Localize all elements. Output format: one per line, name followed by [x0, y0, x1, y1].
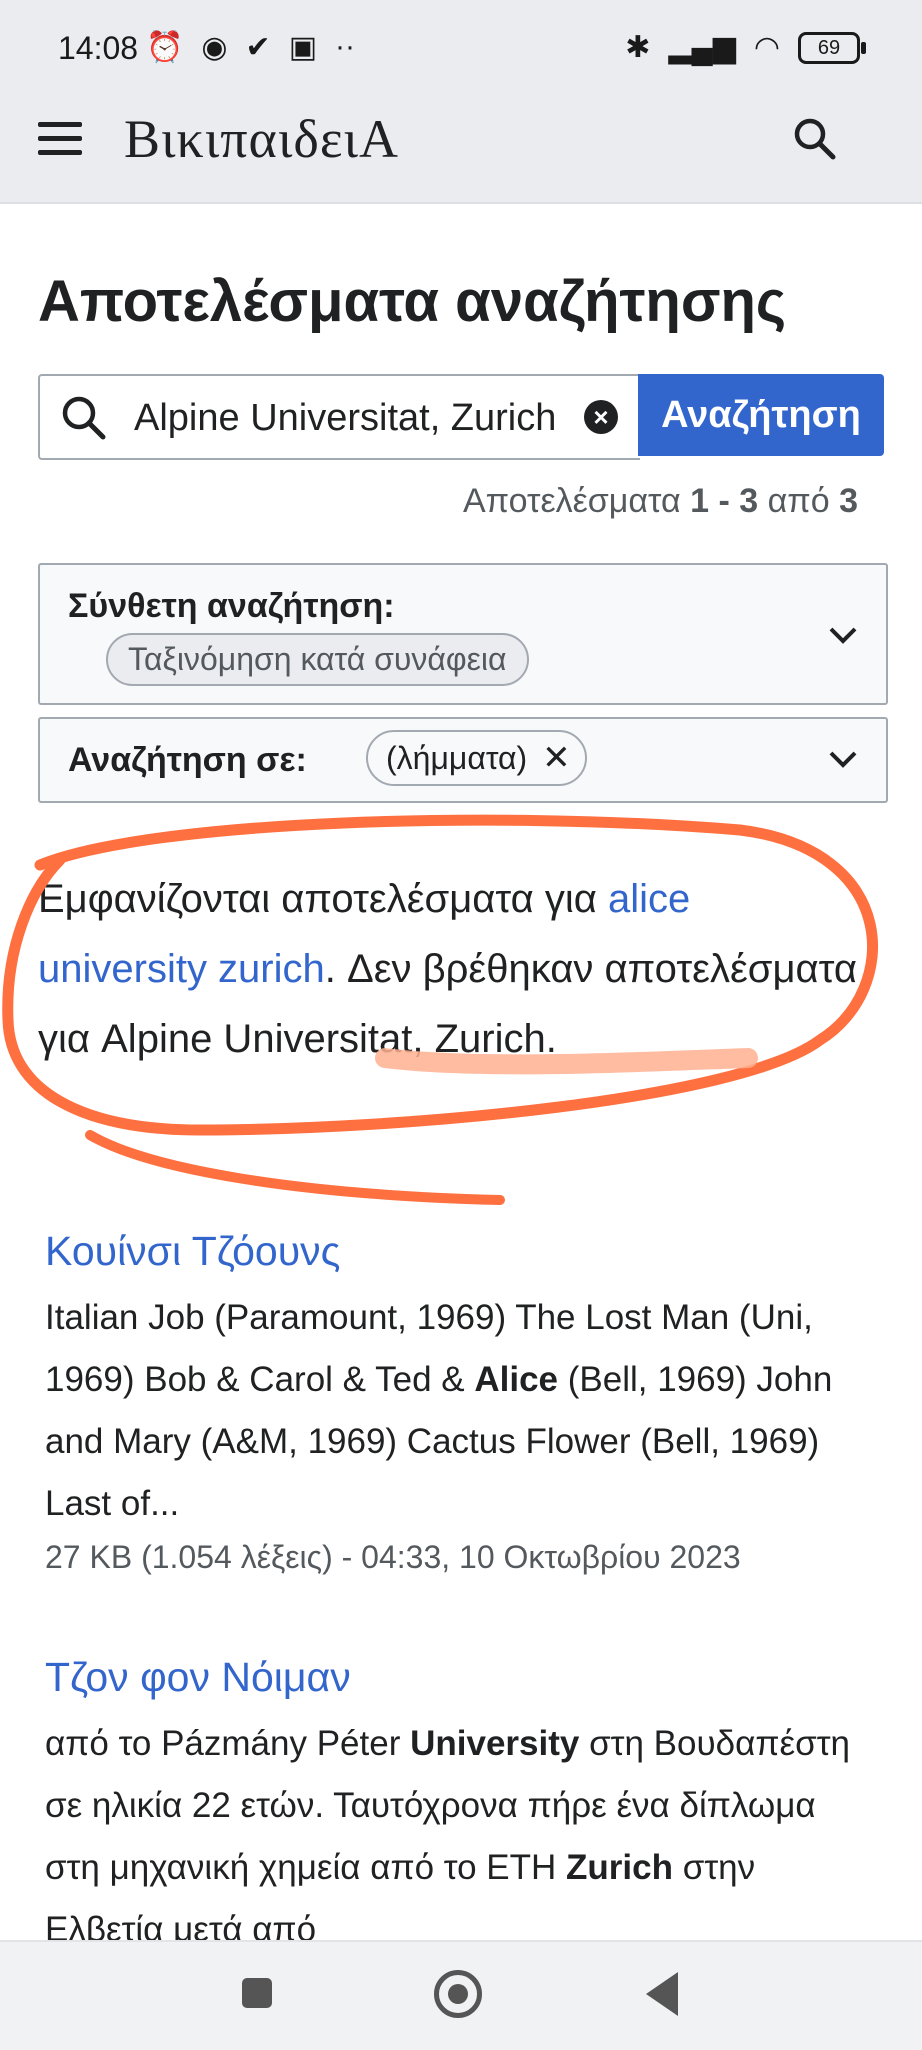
more-dots-icon: ··: [335, 30, 356, 63]
chevron-down-icon[interactable]: [828, 625, 858, 645]
sort-chip[interactable]: Ταξινόμηση κατά συνάφεια: [106, 633, 529, 686]
namespace-chip[interactable]: (λήμματα) ✕: [366, 730, 587, 786]
snippet-highlight: Alice: [474, 1360, 558, 1399]
bluetooth-icon: ✱: [625, 31, 651, 64]
result-snippet: από το Pázmány Péter University στη Βουδ…: [45, 1713, 875, 1961]
result-title-link[interactable]: Κουίνσι Τζόουνς: [45, 1228, 875, 1275]
clear-search-icon[interactable]: ×: [584, 400, 618, 434]
check-icon: ✔: [245, 31, 271, 64]
results-count: Αποτελέσματα 1 - 3 από 3: [463, 482, 858, 521]
status-icons-left: ⏰ ◉ ✔ ▣ ··: [146, 30, 355, 65]
results-count-of: από: [767, 482, 830, 520]
status-icons-right: ✱ ▂▄▆ ◠ 69: [625, 30, 866, 65]
message-text: Εμφανίζονται αποτελέσματα για: [38, 877, 608, 921]
snippet-text: από το Pázmány Péter: [45, 1724, 411, 1763]
message-text: .: [545, 1017, 557, 1061]
result-snippet: Italian Job (Paramount, 1969) The Lost M…: [45, 1287, 875, 1535]
snippet-highlight: Zurich: [566, 1848, 673, 1887]
original-query: Alpine Universitat, Zurich: [101, 1017, 546, 1061]
battery-icon: 69: [798, 31, 866, 64]
chrome-icon: ◉: [201, 31, 228, 64]
results-count-total: 3: [839, 482, 858, 520]
page-title: Αποτελέσματα αναζήτησης: [38, 269, 787, 334]
result-title-link[interactable]: Τζον φον Νόιμαν: [45, 1654, 875, 1701]
results-count-range: 1 - 3: [690, 482, 759, 520]
wikipedia-logo[interactable]: ΒικιπαιδειΑ: [124, 108, 399, 170]
signal-icon: ▂▄▆: [668, 31, 736, 64]
advanced-search-label: Σύνθετη αναζήτηση:: [68, 587, 395, 625]
status-time: 14:08: [58, 30, 139, 66]
wifi-icon: ◠: [753, 31, 780, 64]
results-count-prefix: Αποτελέσματα: [462, 482, 681, 520]
site-header: ΒικιπαιδειΑ: [0, 74, 922, 204]
system-navigation-bar: [0, 1940, 922, 2050]
search-button[interactable]: Αναζήτηση: [638, 374, 884, 456]
namespace-chip-label: (λήμματα): [386, 740, 528, 776]
status-bar: 14:08 ⏰ ◉ ✔ ▣ ·· ✱ ▂▄▆ ◠ 69: [0, 0, 922, 74]
namespace-label: Αναζήτηση σε:: [68, 741, 307, 779]
briefcase-icon: ▣: [288, 31, 318, 64]
search-result: Κουίνσι Τζόουνς Italian Job (Paramount, …: [45, 1228, 875, 1576]
advanced-search-panel[interactable]: Σύνθετη αναζήτηση: Ταξινόμηση κατά συνάφ…: [38, 563, 888, 705]
result-meta: 27 KB (1.054 λέξεις) - 04:33, 10 Οκτωβρί…: [45, 1539, 741, 1575]
hamburger-menu-icon[interactable]: [38, 122, 82, 156]
search-icon[interactable]: [792, 116, 836, 160]
search-suggestion-message: Εμφανίζονται αποτελέσματα για alice univ…: [38, 864, 858, 1074]
home-icon[interactable]: [434, 1970, 482, 2018]
namespace-panel[interactable]: Αναζήτηση σε: (λήμματα) ✕: [38, 717, 888, 803]
remove-chip-icon[interactable]: ✕: [542, 739, 571, 777]
search-field-container[interactable]: ×: [38, 374, 640, 460]
search-result: Τζον φον Νόιμαν από το Pázmány Péter Uni…: [45, 1654, 875, 1961]
search-input[interactable]: [132, 394, 576, 442]
recent-apps-icon[interactable]: [242, 1978, 272, 2008]
alarm-icon: ⏰: [146, 31, 184, 64]
chevron-down-icon[interactable]: [828, 749, 858, 769]
magnifier-icon: [62, 396, 106, 440]
snippet-highlight: University: [410, 1724, 580, 1763]
back-icon[interactable]: [646, 1972, 678, 2016]
